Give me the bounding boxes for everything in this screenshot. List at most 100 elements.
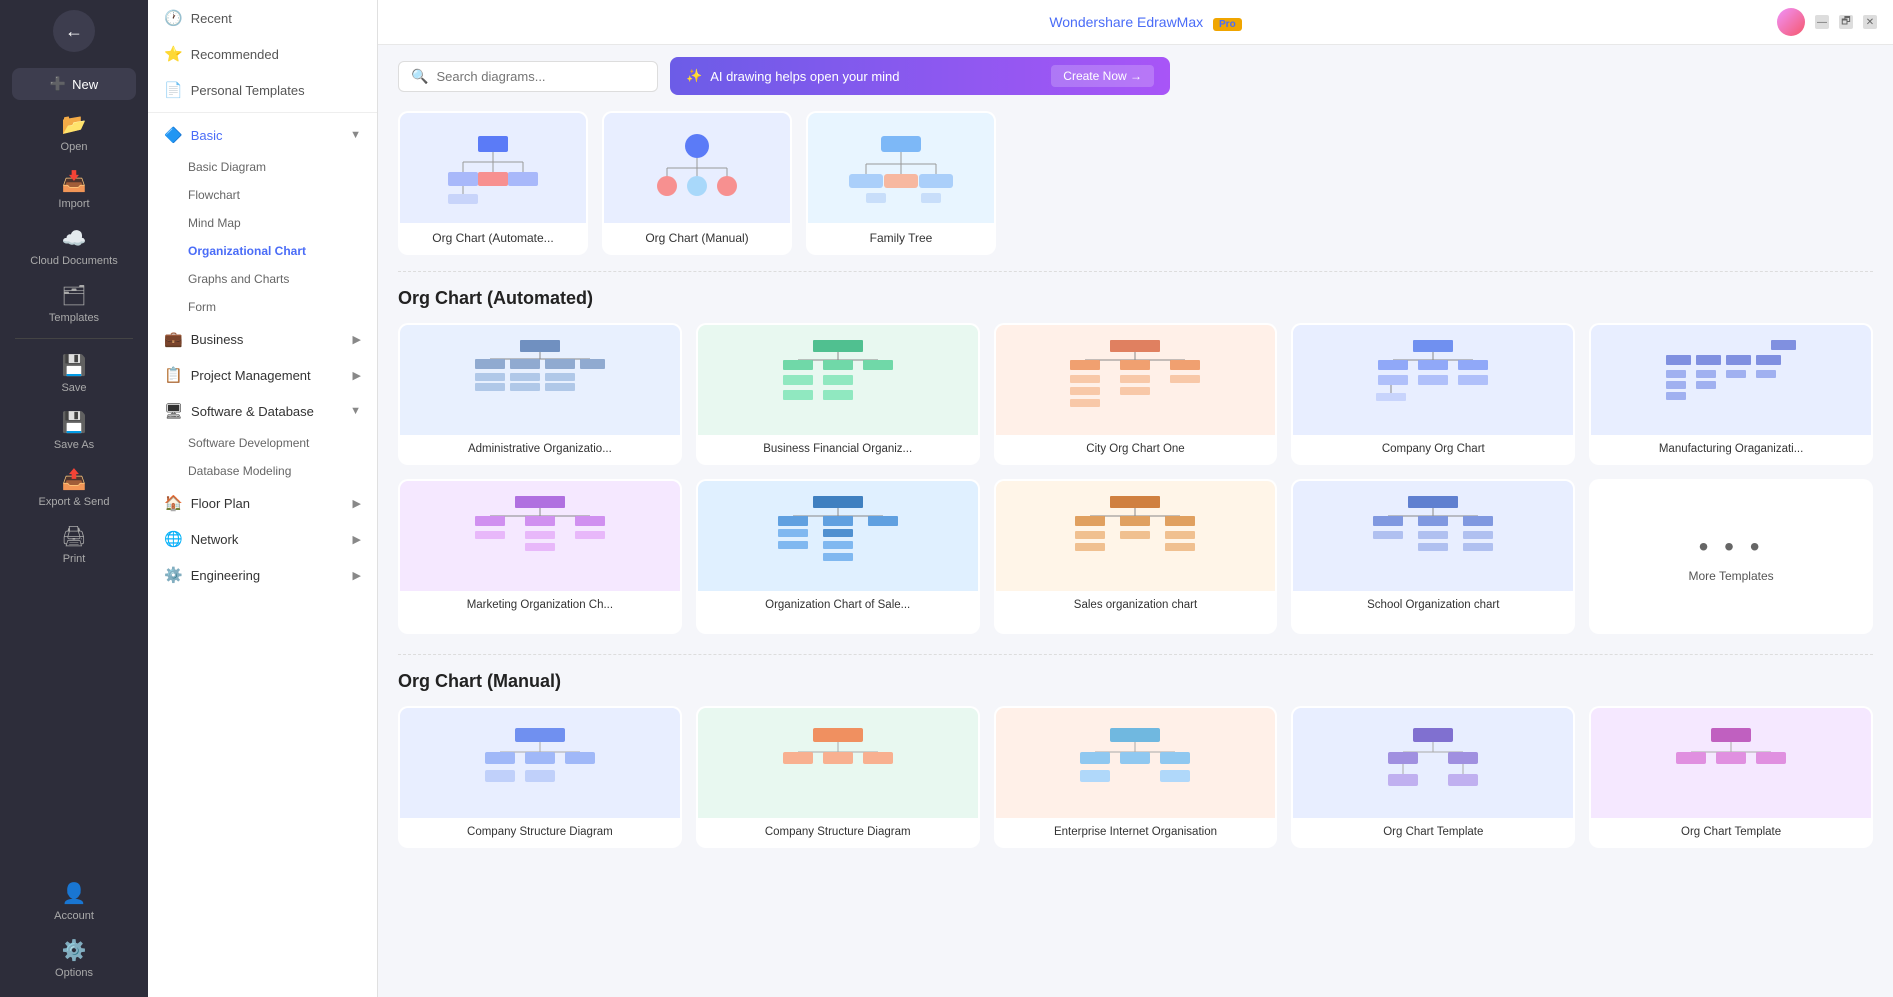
options-icon: ⚙️: [62, 938, 87, 963]
basic-icon: 🔷: [164, 126, 183, 144]
manual-card-3[interactable]: Enterprise Internet Organisation: [994, 706, 1278, 848]
form-item[interactable]: Form: [148, 293, 377, 321]
top-bar: Wondershare EdrawMax Pro — 🗗 ✕: [378, 0, 1893, 45]
flowchart-item[interactable]: Flowchart: [148, 181, 377, 209]
mind-map-item[interactable]: Mind Map: [148, 209, 377, 237]
family-tree-label: Family Tree: [808, 223, 994, 253]
options-nav[interactable]: ⚙️ Options: [0, 930, 148, 987]
left-sidebar: ← ➕ New 📂 Open 📥 Import ☁️ Cloud Documen…: [0, 0, 148, 997]
sw-dev-item[interactable]: Software Development: [148, 429, 377, 457]
basic-diagram-item[interactable]: Basic Diagram: [148, 153, 377, 181]
plus-icon: ➕: [50, 76, 66, 92]
section-divider-2: [398, 654, 1873, 655]
app-title: Wondershare EdrawMax Pro: [514, 14, 1777, 30]
new-button[interactable]: ➕ New: [12, 68, 136, 100]
admin-org-card[interactable]: Administrative Organizatio...: [398, 323, 682, 465]
account-label: Account: [54, 910, 94, 922]
personal-templates-item[interactable]: 📄 Personal Templates: [148, 72, 377, 108]
create-now-button[interactable]: Create Now →: [1051, 65, 1154, 87]
manual-card-4[interactable]: Org Chart Template: [1291, 706, 1575, 848]
business-category[interactable]: 💼 Business ▶: [148, 321, 377, 357]
project-category[interactable]: 📋 Project Management ▶: [148, 357, 377, 393]
template-card-org-auto[interactable]: Org Chart (Automate...: [398, 111, 588, 255]
template-card-org-manual[interactable]: Org Chart (Manual): [602, 111, 792, 255]
business-arrow: ▶: [353, 333, 361, 346]
manual-card-1[interactable]: Company Structure Diagram: [398, 706, 682, 848]
user-avatar[interactable]: [1777, 8, 1805, 36]
restore-button[interactable]: 🗗: [1839, 15, 1853, 29]
basic-category[interactable]: 🔷 Basic ▼: [148, 117, 377, 153]
more-templates-card[interactable]: • • • More Templates: [1589, 479, 1873, 634]
sales-of-org-card[interactable]: Organization Chart of Sale...: [696, 479, 980, 634]
nav-divider: [148, 112, 377, 113]
biz-fin-label: Business Financial Organiz...: [698, 435, 978, 463]
company-org-label: Company Org Chart: [1293, 435, 1573, 463]
city-org-card[interactable]: City Org Chart One: [994, 323, 1278, 465]
recommended-label: Recommended: [191, 47, 279, 62]
top-bar-right: — 🗗 ✕: [1777, 8, 1877, 36]
engineering-label: Engineering: [191, 568, 260, 583]
template-card-family-tree[interactable]: Family Tree: [806, 111, 996, 255]
recent-item[interactable]: 🕐 Recent: [148, 0, 377, 36]
biz-fin-card[interactable]: Business Financial Organiz...: [696, 323, 980, 465]
company-org-card[interactable]: Company Org Chart: [1291, 323, 1575, 465]
floor-arrow: ▶: [353, 497, 361, 510]
export-nav[interactable]: 📤 Export & Send: [0, 459, 148, 516]
manual-templates-grid: Company Structure Diagram Company Struct…: [398, 706, 1873, 848]
templates-nav[interactable]: 🗂 Templates: [0, 275, 148, 332]
business-icon: 💼: [164, 330, 183, 348]
account-nav[interactable]: 👤 Account: [0, 873, 148, 930]
back-button[interactable]: ←: [53, 10, 95, 52]
more-templates-label: More Templates: [1689, 569, 1774, 583]
more-dots: • • •: [1699, 531, 1764, 563]
open-nav[interactable]: 📂 Open: [0, 104, 148, 161]
network-category[interactable]: 🌐 Network ▶: [148, 521, 377, 557]
org-manual-label: Org Chart (Manual): [604, 223, 790, 253]
software-arrow: ▼: [350, 405, 361, 417]
engineering-arrow: ▶: [353, 569, 361, 582]
business-label: Business: [191, 332, 244, 347]
org-chart-item[interactable]: Organizational Chart: [148, 237, 377, 265]
org-auto-preview: [433, 128, 553, 208]
mfg-org-card[interactable]: Manufacturing Oraganizati...: [1589, 323, 1873, 465]
print-nav[interactable]: 🖨 Print: [0, 516, 148, 573]
automated-templates-grid: Administrative Organizatio...: [398, 323, 1873, 634]
personal-icon: 📄: [164, 81, 183, 99]
software-category[interactable]: 🖥 Software & Database ▼: [148, 393, 377, 429]
import-nav[interactable]: 📥 Import: [0, 161, 148, 218]
import-label: Import: [58, 198, 89, 210]
floor-category[interactable]: 🏠 Floor Plan ▶: [148, 485, 377, 521]
personal-label: Personal Templates: [191, 83, 305, 98]
sales-org-card[interactable]: Sales organization chart: [994, 479, 1278, 634]
project-icon: 📋: [164, 366, 183, 384]
close-button[interactable]: ✕: [1863, 15, 1877, 29]
school-org-card[interactable]: School Organization chart: [1291, 479, 1575, 634]
automated-section-title: Org Chart (Automated): [398, 288, 1873, 309]
recommended-item[interactable]: ⭐ Recommended: [148, 36, 377, 72]
pro-badge: Pro: [1213, 18, 1242, 31]
open-label: Open: [61, 141, 88, 153]
section-divider-1: [398, 271, 1873, 272]
engineering-category[interactable]: ⚙️ Engineering ▶: [148, 557, 377, 593]
manual-card-2[interactable]: Company Structure Diagram: [696, 706, 980, 848]
manual-1-label: Company Structure Diagram: [400, 818, 680, 846]
db-model-item[interactable]: Database Modeling: [148, 457, 377, 485]
account-icon: 👤: [62, 881, 87, 906]
cloud-label: Cloud Documents: [30, 255, 117, 267]
ai-text: AI drawing helps open your mind: [710, 69, 899, 84]
software-icon: 🖥: [164, 402, 183, 420]
import-icon: 📥: [62, 169, 87, 194]
family-tree-preview: [841, 128, 961, 208]
search-box[interactable]: 🔍: [398, 61, 658, 92]
graphs-item[interactable]: Graphs and Charts: [148, 265, 377, 293]
mfg-org-label: Manufacturing Oraganizati...: [1591, 435, 1871, 463]
search-input[interactable]: [436, 69, 645, 84]
mkt-org-card[interactable]: Marketing Organization Ch...: [398, 479, 682, 634]
save-nav[interactable]: 💾 Save: [0, 345, 148, 402]
manual-card-5[interactable]: Org Chart Template: [1589, 706, 1873, 848]
export-icon: 📤: [62, 467, 87, 492]
saveas-nav[interactable]: 💾 Save As: [0, 402, 148, 459]
minimize-button[interactable]: —: [1815, 15, 1829, 29]
cloud-nav[interactable]: ☁️ Cloud Documents: [0, 218, 148, 275]
saveas-label: Save As: [54, 439, 94, 451]
